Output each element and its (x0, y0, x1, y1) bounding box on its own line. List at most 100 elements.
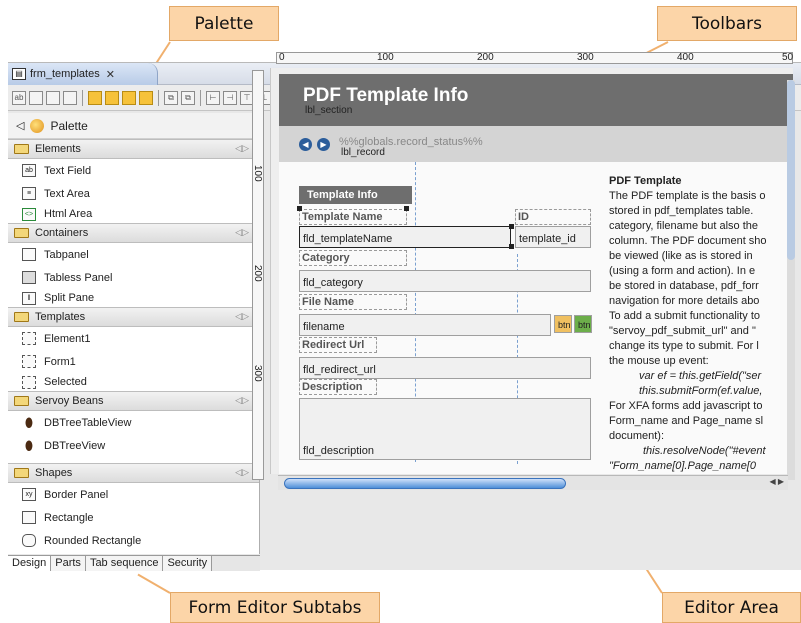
selection-handle[interactable] (509, 224, 514, 229)
subtab-parts[interactable]: Parts (51, 556, 86, 571)
palette-section-shapes: Shapes ◁▷ xy Border Panel Rectangle Rounde… (8, 463, 259, 552)
ruler-tick-label: 0 (279, 52, 285, 63)
help-title: PDF Template (609, 175, 682, 187)
columns-icon[interactable] (46, 90, 60, 105)
text-field-icon: ab (22, 164, 36, 177)
palette-item-html-area[interactable]: <> Html Area (8, 205, 259, 223)
section-header[interactable]: Containers ◁▷ (8, 223, 259, 243)
editor-area[interactable]: PDF Template Info lbl_section ◀ ▶ %%glob… (270, 68, 793, 474)
palette-item-dbtreeview[interactable]: ⬮ DBTreeView (8, 434, 259, 457)
palette-item-selected[interactable]: Selected (8, 373, 259, 391)
palette-item-split-pane[interactable]: ‖ Split Pane (8, 289, 259, 307)
form-title[interactable]: PDF Template Info (303, 85, 468, 107)
horizontal-scrollbar[interactable]: ◀ ▶ (278, 475, 788, 490)
toggle-icon[interactable]: ◁▷ (235, 467, 249, 478)
help-code: this.resolveNode("#event (643, 445, 766, 457)
close-icon[interactable]: ✕ (106, 68, 115, 81)
template-name-field[interactable]: fld_templateName (299, 226, 511, 248)
section-header[interactable]: Elements ◁▷ (8, 139, 259, 159)
collapse-arrow-icon[interactable]: ◁ (16, 119, 24, 132)
scroll-arrows-icon[interactable]: ◀ ▶ (769, 477, 784, 486)
item-label: DBTreeView (44, 439, 106, 452)
selection-handle[interactable] (404, 206, 409, 211)
palette-item-tabless-panel[interactable]: Tabless Panel (8, 266, 259, 289)
editor-tab[interactable]: ▤ frm_templates ✕ (8, 63, 158, 85)
lbl-record[interactable]: lbl_record (341, 147, 385, 158)
rounded-rectangle-icon (22, 534, 36, 547)
section-header[interactable]: Templates ◁▷ (8, 307, 259, 327)
send-backward-icon[interactable] (105, 90, 119, 105)
browse-file-button[interactable]: btn (554, 315, 572, 333)
help-line: be viewed (like as is stored in (609, 250, 753, 262)
prev-record-icon[interactable]: ◀ (299, 138, 312, 151)
vertical-scrollbar[interactable] (787, 80, 795, 480)
help-line: Form_name and Page_name sl (609, 415, 764, 427)
toggle-icon[interactable]: ◁▷ (235, 395, 249, 406)
selection-handle[interactable] (297, 206, 302, 211)
palette-item-text-area[interactable]: ≡ Text Area (8, 182, 259, 205)
next-record-icon[interactable]: ▶ (317, 138, 330, 151)
palette-item-element1[interactable]: Element1 (8, 327, 259, 350)
bring-to-front-icon[interactable] (122, 90, 136, 105)
palette-item-border-panel[interactable]: xy Border Panel (8, 483, 259, 506)
toggle-icon[interactable]: ◁▷ (235, 143, 249, 154)
lbl-section[interactable]: lbl_section (305, 105, 352, 116)
toolbar-separator (200, 89, 201, 106)
palette-item-form1[interactable]: Form1 (8, 350, 259, 373)
category-label[interactable]: Category (299, 250, 407, 266)
subtab-tab-sequence[interactable]: Tab sequence (85, 556, 164, 571)
pdf-template-help-text[interactable]: PDF Template The PDF template is the bas… (609, 174, 793, 474)
template-name-label[interactable]: Template Name (299, 209, 407, 225)
subtab-design[interactable]: Design (8, 556, 52, 571)
filename-field[interactable]: filename (299, 314, 551, 336)
category-field[interactable]: fld_category (299, 270, 591, 292)
form-editor-subtabs: Design Parts Tab sequence Security (8, 555, 260, 571)
palette-item-dbtreetableview[interactable]: ⬮ DBTreeTableView (8, 411, 259, 434)
palette-item-tabpanel[interactable]: Tabpanel (8, 243, 259, 266)
id-label[interactable]: ID (515, 209, 591, 225)
text-area-icon: ≡ (22, 187, 36, 200)
toggle-icon[interactable]: ◁▷ (235, 227, 249, 238)
palette-header[interactable]: ◁ Palette (8, 113, 259, 139)
subtab-security[interactable]: Security (163, 556, 213, 571)
grid-icon[interactable] (29, 90, 43, 105)
toggle-icon[interactable]: ◁▷ (235, 311, 249, 322)
header-part[interactable]: PDF Template Info lbl_section (279, 74, 793, 126)
align-right-icon[interactable]: ⊣ (223, 90, 237, 105)
item-label: Split Pane (44, 292, 95, 304)
section-header[interactable]: Servoy Beans ◁▷ (8, 391, 259, 411)
palette-item-rectangle[interactable]: Rectangle (8, 506, 259, 529)
bean-icon: ⬮ (24, 415, 34, 430)
help-code: "Form_name[0].Page_name[0 (609, 460, 756, 472)
help-line: document): (609, 430, 665, 442)
redirect-url-label[interactable]: Redirect Url (299, 337, 377, 353)
ruler-tick-label: 200 (252, 265, 263, 282)
tab-order-icon[interactable]: ab (12, 90, 26, 105)
scroll-thumb[interactable] (787, 80, 795, 260)
palette-item-rounded-rectangle[interactable]: Rounded Rectangle (8, 529, 259, 552)
group-icon[interactable]: ⧉ (164, 90, 178, 105)
palette-item-text-field[interactable]: ab Text Field (8, 159, 259, 182)
file-name-label[interactable]: File Name (299, 294, 407, 310)
item-label: DBTreeTableView (44, 416, 132, 429)
template-info-header[interactable]: Template Info (299, 186, 412, 204)
redirect-url-field[interactable]: fld_redirect_url (299, 357, 591, 379)
form-page[interactable]: PDF Template Info lbl_section ◀ ▶ %%glob… (279, 74, 793, 474)
toolbars-callout: Toolbars (657, 6, 797, 41)
open-file-button[interactable]: btn (574, 315, 592, 333)
selection-handle[interactable] (509, 244, 514, 249)
snap-icon[interactable] (63, 90, 77, 105)
help-line: navigation for more details abo (609, 295, 760, 307)
scroll-thumb[interactable] (284, 478, 566, 489)
left-ruler: 100 200 300 (252, 70, 264, 480)
description-field[interactable]: fld_description (299, 398, 591, 460)
send-to-back-icon[interactable] (139, 90, 153, 105)
align-left-icon[interactable]: ⊢ (206, 90, 220, 105)
item-label: Border Panel (44, 488, 109, 501)
description-label[interactable]: Description (299, 379, 377, 395)
section-header[interactable]: Shapes ◁▷ (8, 463, 259, 483)
ungroup-icon[interactable]: ⧉ (181, 90, 195, 105)
bring-forward-icon[interactable] (88, 90, 102, 105)
template-id-field[interactable]: template_id (515, 226, 591, 248)
record-band[interactable]: ◀ ▶ %%globals.record_status%% lbl_record (279, 126, 793, 162)
